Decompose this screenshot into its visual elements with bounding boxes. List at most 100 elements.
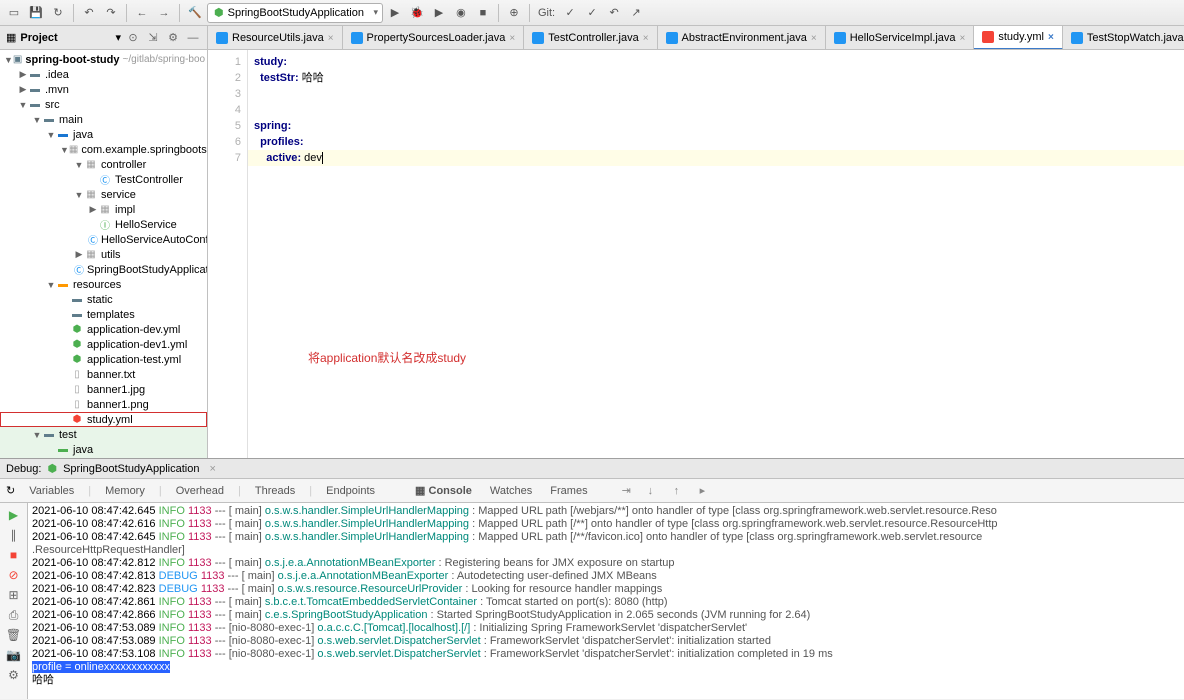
tree-templates[interactable]: ▬templates <box>0 307 207 322</box>
step-out-icon[interactable]: ↑ <box>674 485 690 497</box>
forward-icon[interactable]: → <box>154 3 174 23</box>
tab-abstractenv[interactable]: AbstractEnvironment.java× <box>658 26 826 50</box>
debug-icon[interactable]: 🐞 <box>407 3 427 23</box>
git-label: Git: <box>538 7 555 19</box>
tab-propertysources[interactable]: PropertySourcesLoader.java× <box>343 26 525 50</box>
tab-teststopwatch[interactable]: TestStopWatch.java× <box>1063 26 1184 50</box>
undo-icon[interactable]: ↶ <box>79 3 99 23</box>
annotation-text: 将application默认名改成study <box>308 350 466 366</box>
git-commit-icon[interactable]: ✓ <box>582 3 602 23</box>
tree-java[interactable]: ▼▬java <box>0 127 207 142</box>
main-toolbar: ▭ 💾 ↻ ↶ ↷ ← → 🔨 ⬢ SpringBootStudyApplica… <box>0 0 1184 26</box>
run-config-label: SpringBootStudyApplication <box>228 7 364 19</box>
tree-helloauto[interactable]: ⒸHelloServiceAutoConfig <box>0 232 207 247</box>
tab-watches[interactable]: Watches <box>486 483 536 499</box>
tree-root[interactable]: ▼▣spring-boot-study ~/gitlab/spring-boo <box>0 52 207 67</box>
tab-memory[interactable]: Memory <box>101 483 149 499</box>
tree-appdev1[interactable]: ⬢application-dev1.yml <box>0 337 207 352</box>
hide-icon[interactable]: — <box>185 30 201 46</box>
tab-studyyml[interactable]: study.yml× <box>974 26 1062 50</box>
dropdown-icon[interactable]: ▾ <box>115 31 121 44</box>
tab-resourceutils[interactable]: ResourceUtils.java× <box>208 26 343 50</box>
tree-src[interactable]: ▼▬src <box>0 97 207 112</box>
run-to-cursor-icon[interactable]: ▸ <box>700 484 716 497</box>
stop-icon[interactable]: ■ <box>6 547 22 563</box>
tab-endpoints[interactable]: Endpoints <box>322 483 379 499</box>
tab-testcontroller[interactable]: TestController.java× <box>524 26 657 50</box>
tree-bannerpng[interactable]: ▯banner1.png <box>0 397 207 412</box>
tree-utils[interactable]: ▶▦utils <box>0 247 207 262</box>
camera-icon[interactable]: 📷 <box>6 647 22 663</box>
stop-icon[interactable]: ■ <box>473 3 493 23</box>
project-title: Project <box>20 32 111 44</box>
code-content[interactable]: study: testStr: 哈哈 spring: profiles: act… <box>248 50 1184 458</box>
tree-idea[interactable]: ▶▬.idea <box>0 67 207 82</box>
debug-close-icon[interactable]: × <box>209 463 215 475</box>
back-icon[interactable]: ← <box>132 3 152 23</box>
tree-impl[interactable]: ▶▦impl <box>0 202 207 217</box>
tree-service[interactable]: ▼▦service <box>0 187 207 202</box>
tab-variables[interactable]: Variables <box>25 483 78 499</box>
tree-pkg-test[interactable]: ▼▦com.example.springbootstud <box>0 457 207 458</box>
open-icon[interactable]: ▭ <box>4 3 24 23</box>
tree-testcontroller[interactable]: ⒸTestController <box>0 172 207 187</box>
tree-static[interactable]: ▬static <box>0 292 207 307</box>
tree-mvn[interactable]: ▶▬.mvn <box>0 82 207 97</box>
redo-icon[interactable]: ↷ <box>101 3 121 23</box>
tab-threads[interactable]: Threads <box>251 483 299 499</box>
git-update-icon[interactable]: ✓ <box>560 3 580 23</box>
project-panel: ▦ Project ▾ ⊙ ⇲ ⚙ — ▼▣spring-boot-study … <box>0 26 208 458</box>
editor-area: ResourceUtils.java× PropertySourcesLoade… <box>208 26 1184 458</box>
run-icon[interactable]: ▶ <box>385 3 405 23</box>
tree-appdev[interactable]: ⬢application-dev.yml <box>0 322 207 337</box>
tree-resources[interactable]: ▼▬resources <box>0 277 207 292</box>
step-into-icon[interactable]: ↓ <box>648 485 664 497</box>
debug-header: Debug: ⬢ SpringBootStudyApplication × <box>0 459 1184 479</box>
mute-icon[interactable]: ⊘ <box>6 567 22 583</box>
run-config-dropdown[interactable]: ⬢ SpringBootStudyApplication <box>207 3 383 23</box>
save-icon[interactable]: 💾 <box>26 3 46 23</box>
project-tree[interactable]: ▼▣spring-boot-study ~/gitlab/spring-boo … <box>0 50 207 458</box>
print-icon[interactable]: ⎙ <box>6 607 22 623</box>
profile-icon[interactable]: ◉ <box>451 3 471 23</box>
build-icon[interactable]: 🔨 <box>185 3 205 23</box>
tree-studyyml[interactable]: ⬢study.yml <box>0 412 207 427</box>
tab-console[interactable]: ▦ Console <box>411 482 476 499</box>
tree-pkg-main[interactable]: ▼▦com.example.springbootstud <box>0 142 207 157</box>
settings-icon[interactable]: ⚙ <box>165 30 181 46</box>
project-icon: ▦ <box>6 31 16 44</box>
tree-controller[interactable]: ▼▦controller <box>0 157 207 172</box>
tree-main[interactable]: ▼▬main <box>0 112 207 127</box>
locate-icon[interactable]: ⊙ <box>125 30 141 46</box>
trash-icon[interactable]: 🗑 <box>6 627 22 643</box>
pause-icon[interactable]: ∥ <box>6 527 22 543</box>
git-revert-icon[interactable]: ↗ <box>626 3 646 23</box>
tab-overhead[interactable]: Overhead <box>172 483 228 499</box>
coverage-icon[interactable]: ▶ <box>429 3 449 23</box>
debug-config: SpringBootStudyApplication <box>63 463 199 475</box>
tree-test[interactable]: ▼▬test <box>0 427 207 442</box>
tree-bannerjpg[interactable]: ▯banner1.jpg <box>0 382 207 397</box>
rerun-icon[interactable]: ↻ <box>6 484 15 497</box>
git-history-icon[interactable]: ↶ <box>604 3 624 23</box>
code-editor[interactable]: 1234567 study: testStr: 哈哈 spring: profi… <box>208 50 1184 458</box>
attach-icon[interactable]: ⊕ <box>504 3 524 23</box>
collapse-icon[interactable]: ⇲ <box>145 30 161 46</box>
resume-icon[interactable]: ▶ <box>6 507 22 523</box>
console-sidebar: ▶ ∥ ■ ⊘ ⊞ ⎙ 🗑 📷 ⚙ <box>0 503 28 699</box>
tab-helloimpl[interactable]: HelloServiceImpl.java× <box>826 26 975 50</box>
layout-icon[interactable]: ⊞ <box>6 587 22 603</box>
tree-bannertxt[interactable]: ▯banner.txt <box>0 367 207 382</box>
settings-icon[interactable]: ⚙ <box>6 667 22 683</box>
tree-appclass[interactable]: ⒸSpringBootStudyApplicatic <box>0 262 207 277</box>
tree-helloservice[interactable]: ⒾHelloService <box>0 217 207 232</box>
debug-label: Debug: <box>6 463 41 475</box>
step-over-icon[interactable]: ⇥ <box>622 484 638 497</box>
debug-toolbar: ↻ Variables| Memory| Overhead| Threads| … <box>0 479 1184 503</box>
tree-test-java[interactable]: ▬java <box>0 442 207 457</box>
refresh-icon[interactable]: ↻ <box>48 3 68 23</box>
console-output[interactable]: 2021-06-10 08:47:42.645 INFO 1133 --- [ … <box>28 503 1184 699</box>
project-panel-header: ▦ Project ▾ ⊙ ⇲ ⚙ — <box>0 26 207 50</box>
tab-frames[interactable]: Frames <box>546 483 591 499</box>
tree-apptest[interactable]: ⬢application-test.yml <box>0 352 207 367</box>
